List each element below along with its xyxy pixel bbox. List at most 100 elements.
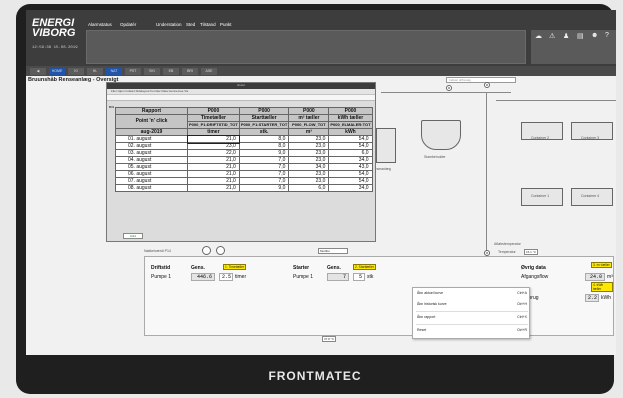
gauge-icon[interactable] <box>202 246 211 255</box>
row-date[interactable]: 01. august <box>115 135 188 143</box>
ctx-key: Ctrl+R <box>516 328 527 332</box>
container-label: Container 1 <box>531 194 550 198</box>
row-value[interactable]: 9,0 <box>238 149 290 157</box>
table-row: 04. august 21,0 7,0 23,0 34,0 <box>115 156 373 164</box>
row-value[interactable]: 23,0 <box>288 170 330 178</box>
slambeholder-tank[interactable] <box>421 120 461 150</box>
row-value[interactable]: 54,0 <box>328 177 373 185</box>
row-value[interactable]: 21,0 <box>187 184 240 192</box>
pipe <box>496 100 616 101</box>
tab-pst[interactable]: PST <box>125 67 141 75</box>
row-value[interactable]: 23,0 <box>288 177 330 185</box>
sheet-tab[interactable]: Ark1 <box>123 233 143 239</box>
driftstid-value: 446.6 <box>191 273 215 281</box>
ctx-item-historisk-kurve[interactable]: Åbn historisk kurve Ctrl+H <box>417 302 527 306</box>
alarm-list[interactable] <box>86 30 526 64</box>
excel-window[interactable]: Excel Filer Hjem Indsæt Sidelayout Forml… <box>106 82 376 242</box>
cell-ref: B31 <box>109 105 115 109</box>
tab-ki[interactable]: KI <box>68 67 84 75</box>
row-value[interactable]: 21,0 <box>187 163 240 171</box>
row-date[interactable]: 07. august <box>115 177 188 185</box>
driftstid-setpoint[interactable]: 2.5 <box>219 273 233 281</box>
search-input[interactable]: Indtast driftsvalg <box>446 77 516 83</box>
row-date[interactable]: 02. august <box>115 142 188 150</box>
kwh-flag[interactable]: 4. kWh tæller <box>591 282 613 292</box>
ctx-item-reset[interactable]: Reset Ctrl+R <box>417 328 527 332</box>
afgang-value: 24.0 <box>585 273 605 281</box>
starter-label: Starter <box>293 265 310 271</box>
tab-hl[interactable]: HL <box>87 67 103 75</box>
row-value[interactable]: 54,0 <box>328 142 373 150</box>
tab-ase[interactable]: ASE <box>201 67 217 75</box>
row-value[interactable]: 6,0 <box>328 149 373 157</box>
row-value[interactable]: 6,0 <box>288 184 330 192</box>
cloud-icon[interactable]: ☁ <box>535 32 542 40</box>
row-value[interactable]: 7,0 <box>238 163 290 171</box>
users-icon[interactable]: ☻ <box>591 32 598 39</box>
formula-bar[interactable]: B31 <box>107 95 375 109</box>
tab-eb[interactable]: EB <box>163 67 179 75</box>
ctx-item-aktuel-kurve[interactable]: Åbn aktuel kurve Ctrl+A <box>417 291 527 295</box>
row-value[interactable]: 9,0 <box>238 184 290 192</box>
row-value[interactable]: 43,0 <box>328 163 373 171</box>
row-value[interactable]: 34,0 <box>328 156 373 164</box>
pump-icon[interactable]: M <box>484 82 490 88</box>
starter-setpoint[interactable]: 5 <box>353 273 365 281</box>
row-value[interactable]: 21,0 <box>186 134 241 144</box>
row-date[interactable]: 08. august <box>115 184 188 192</box>
modifer-button[interactable]: Modifer <box>318 248 348 254</box>
afgang-label: Afgangsflow <box>521 274 549 280</box>
ctx-separator <box>416 324 528 325</box>
print-icon[interactable]: ▤ <box>577 32 584 40</box>
ctx-key: Ctrl+H <box>516 302 527 306</box>
row-date[interactable]: 05. august <box>115 163 188 171</box>
help-icon[interactable]: ? <box>605 32 609 39</box>
row-value[interactable]: 23,0 <box>288 142 330 150</box>
row-value[interactable]: 7,0 <box>238 170 290 178</box>
tab-bri[interactable]: BRI <box>182 67 198 75</box>
row-value[interactable]: 21,0 <box>187 170 240 178</box>
row-value[interactable]: 21,0 <box>187 177 240 185</box>
row-value[interactable]: 34,0 <box>328 184 373 192</box>
menu-understation[interactable]: Understation <box>156 22 182 27</box>
row-value[interactable]: 8,0 <box>238 142 290 150</box>
menu-punkt[interactable]: Punkt <box>220 22 232 27</box>
gauge-icon[interactable] <box>216 246 225 255</box>
menu-tilstand[interactable]: Tilstand <box>200 22 216 27</box>
ctx-item-rapport[interactable]: Åbn rapport Ctrl+X <box>417 315 527 319</box>
row-date[interactable]: 03. august <box>115 149 188 157</box>
row-value[interactable]: 23,0 <box>288 156 330 164</box>
row-date[interactable]: 04. august <box>115 156 188 164</box>
tab-nat[interactable]: NAT <box>106 67 122 75</box>
pumpe-label: Pumpe 1 <box>293 274 314 280</box>
row-value[interactable]: 21,0 <box>187 156 240 164</box>
row-value[interactable]: 8,0 <box>238 135 290 143</box>
tab-home[interactable]: HOME <box>49 67 65 75</box>
back-icon[interactable]: ◀ <box>30 67 46 75</box>
starttaeller-flag[interactable]: 2. Starttæller <box>353 264 376 270</box>
row-value[interactable]: 7,0 <box>238 156 290 164</box>
renseanlaeg-tank[interactable] <box>376 128 396 163</box>
row-date[interactable]: 06. august <box>115 170 188 178</box>
tab-ski[interactable]: SKI <box>144 67 160 75</box>
menu-sted[interactable]: Sted <box>186 22 195 27</box>
bottom-value: 37.8 °C <box>322 336 337 342</box>
row-value[interactable]: 7,0 <box>238 177 290 185</box>
row-value[interactable]: 23,0 <box>288 149 330 157</box>
row-value[interactable]: 22,0 <box>187 149 240 157</box>
row-value[interactable]: 54,0 <box>328 135 373 143</box>
row-value[interactable]: 23,0 <box>187 142 240 150</box>
menu-alarmstatus[interactable]: Alarmstatus <box>88 22 112 27</box>
menu-opdater[interactable]: Opdatér <box>120 22 136 27</box>
timetaeller-flag[interactable]: 1. Timetæller <box>223 264 247 270</box>
row-value[interactable]: 54,0 <box>328 170 373 178</box>
detail-panel: Driftstid Gens. 1. Timetæller Pumpe 1 44… <box>144 256 614 336</box>
row-value[interactable]: 23,0 <box>288 135 330 143</box>
alarm-icon[interactable]: ⚠ <box>549 32 555 40</box>
unit-label: timer <box>235 274 247 280</box>
user-icon[interactable]: ♟ <box>563 32 569 40</box>
m3-flag[interactable]: 3. m³ tæller <box>591 262 612 268</box>
pump-icon[interactable]: M <box>446 85 452 91</box>
row-value[interactable]: 34,0 <box>288 163 330 171</box>
top-bar: ENERGI VIBORG 12:59:38 15.08.2019 Alarmst… <box>26 10 616 66</box>
